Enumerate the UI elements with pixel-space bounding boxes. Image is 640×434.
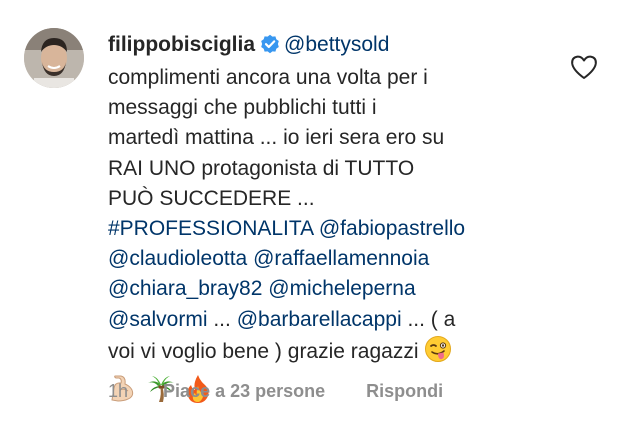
hashtag-link[interactable]: #PROFESSIONALITA <box>108 217 313 240</box>
reply-button[interactable]: Rispondi <box>366 381 443 401</box>
comment-line-1: complimenti ancora una volta per i <box>108 66 428 89</box>
like-heart-icon[interactable] <box>570 54 598 80</box>
avatar-photo <box>24 28 84 88</box>
comment-line-9-tail: ... ( a <box>407 307 456 331</box>
mention-link[interactable]: @micheleperna <box>268 277 415 300</box>
comment-line-2: messaggi che pubblichi tutti i <box>108 96 377 120</box>
mention-link[interactable]: @claudioleotta <box>108 247 247 270</box>
mention-link[interactable]: @salvormi <box>108 308 208 331</box>
mention-link[interactable]: @raffaellamennoia <box>253 247 429 270</box>
comment-line-5: PUÒ SUCCEDERE ... <box>108 186 315 210</box>
comment-line-10: voi vi voglio bene ) grazie ragazzi <box>108 335 548 372</box>
winking-tongue-emoji-icon <box>424 335 452 372</box>
mention-link[interactable]: @chiara_bray82 <box>108 277 262 300</box>
comment-line-9: @salvormi ... @barbarellacappi ... ( a <box>108 305 548 335</box>
username-link[interactable]: filippobisciglia <box>108 33 255 56</box>
comment-header: filippobisciglia @bettysold <box>108 30 548 63</box>
mention-link[interactable]: @fabiopastrello <box>319 217 465 240</box>
comment-line-7: @claudioleotta @raffaellamennoia <box>108 244 548 274</box>
verified-badge-icon <box>260 33 280 63</box>
comment-line-4: RAI UNO protagonista di TUTTO <box>108 156 415 180</box>
comment-line-8: @chiara_bray82 @micheleperna <box>108 274 548 304</box>
mention-link[interactable]: @barbarellacappi <box>237 308 402 331</box>
avatar[interactable] <box>24 28 84 88</box>
timestamp[interactable]: 1h <box>108 381 128 401</box>
comment-line-10-text: voi vi voglio bene ) grazie ragazzi <box>108 339 419 363</box>
ellipsis-text: ... <box>213 307 231 331</box>
reply-to-mention-link[interactable]: @bettysold <box>284 33 389 56</box>
likes-count-button[interactable]: Piace a 23 persone <box>163 381 325 401</box>
comment-footer: 1h Piace a 23 persone Rispondi <box>108 381 443 402</box>
comment-line-6: #PROFESSIONALITA @fabiopastrello <box>108 214 548 244</box>
comment-body: filippobisciglia @bettysold complimenti a… <box>108 30 548 408</box>
comment-line-3: martedì mattina ... io ieri sera ero su <box>108 126 445 150</box>
